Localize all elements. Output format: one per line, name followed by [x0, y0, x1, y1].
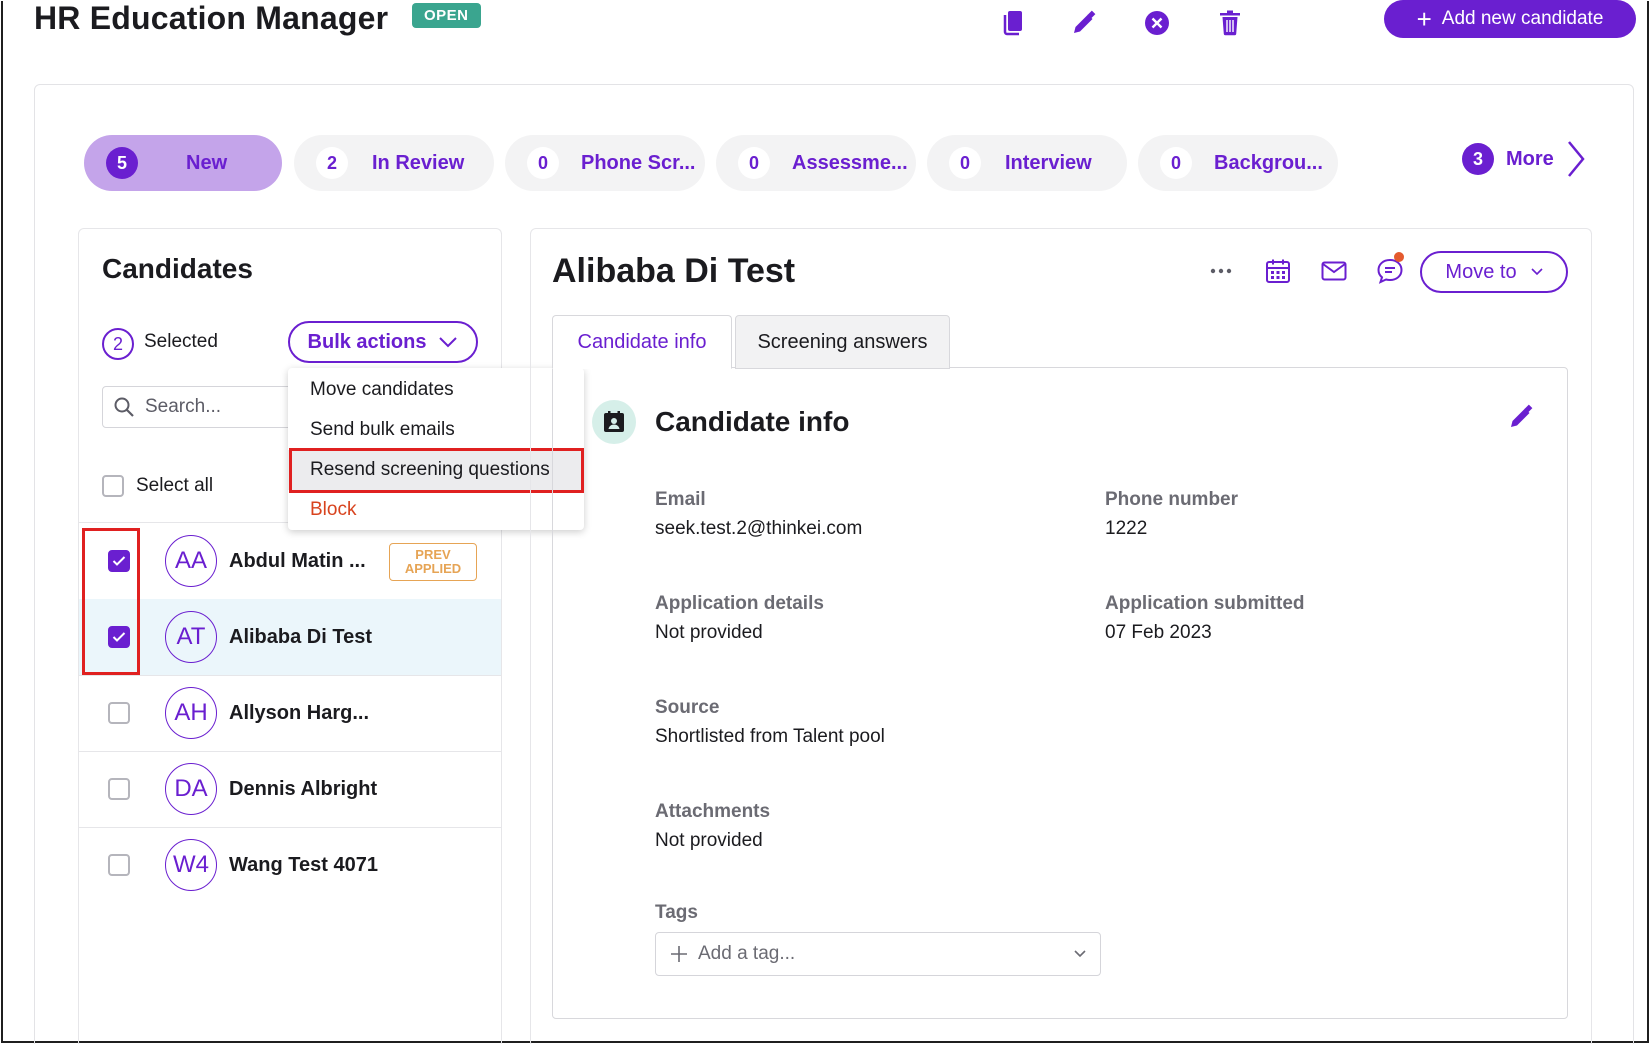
phone-label: Phone number [1105, 489, 1239, 510]
candidate-name: Allyson Harg... [229, 701, 370, 724]
badge-line: APPLIED [404, 561, 462, 576]
application-submitted-label: Application submitted [1105, 593, 1305, 614]
search-icon [114, 397, 134, 417]
chevron-right-icon [1567, 141, 1585, 177]
selected-count: 2 [102, 328, 134, 360]
select-all-checkbox[interactable] [102, 475, 124, 497]
notification-dot [1394, 252, 1404, 262]
stage-count: 5 [106, 147, 138, 179]
candidate-detail-name: Alibaba Di Test [552, 252, 796, 290]
chevron-down-icon [1074, 950, 1086, 958]
candidate-name: Dennis Albright [229, 777, 378, 800]
attachments-label: Attachments [655, 801, 771, 822]
stage-assessment[interactable]: 0 Assessme... [716, 135, 916, 191]
annotation-highlight [82, 528, 140, 675]
select-all[interactable]: Select all [102, 475, 213, 497]
add-candidate-label: Add new candidate [1441, 8, 1604, 29]
pencil-icon[interactable] [1067, 6, 1101, 40]
source-label: Source [655, 697, 720, 718]
avatar: DA [165, 763, 217, 815]
chevron-down-icon [1531, 268, 1543, 276]
stage-label: Phone Scr... [581, 151, 696, 174]
stage-label: New [186, 151, 228, 174]
row-checkbox[interactable] [108, 702, 130, 724]
stage-count: 0 [738, 147, 770, 179]
email-label: Email [655, 489, 706, 510]
calendar-icon[interactable] [1261, 254, 1295, 288]
tag-input[interactable]: Add a tag... [655, 932, 1101, 976]
application-details-value: Not provided [655, 622, 763, 643]
select-all-label: Select all [136, 475, 214, 496]
move-to-button[interactable]: Move to [1420, 251, 1568, 293]
stage-label: Assessme... [792, 151, 908, 174]
add-candidate-button[interactable]: + Add new candidate [1384, 0, 1636, 38]
close-circle-icon[interactable] [1140, 6, 1174, 40]
stage-label: In Review [372, 151, 465, 174]
contact-card-icon [592, 400, 636, 444]
more-label: More [1506, 147, 1554, 170]
more-stages-button[interactable]: 3 More [1462, 140, 1586, 178]
search-placeholder: Search... [145, 396, 222, 417]
candidate-row[interactable]: DA Dennis Albright [79, 751, 501, 827]
tab-screening-answers[interactable]: Screening answers [735, 315, 950, 369]
section-title: Candidate info [655, 406, 850, 437]
source-value: Shortlisted from Talent pool [655, 726, 885, 747]
stage-new[interactable]: 5 New [84, 135, 282, 191]
row-checkbox[interactable] [108, 854, 130, 876]
tag-placeholder: Add a tag... [698, 943, 796, 964]
attachments-value: Not provided [655, 830, 763, 851]
stage-in-review[interactable]: 2 In Review [294, 135, 494, 191]
stage-label: Interview [1005, 151, 1092, 174]
application-details-label: Application details [655, 593, 824, 614]
tab-candidate-info[interactable]: Candidate info [552, 315, 732, 369]
edit-pencil-icon[interactable] [1504, 400, 1538, 434]
search-input[interactable]: Search... [102, 386, 292, 428]
stage-background[interactable]: 0 Backgrou... [1138, 135, 1338, 191]
candidate-row[interactable]: AA Abdul Matin ... PREV APPLIED [79, 523, 501, 599]
avatar: AA [165, 535, 217, 587]
chevron-down-icon [439, 337, 458, 348]
candidate-row[interactable]: W4 Wang Test 4071 [79, 827, 501, 903]
page-title: HR Education Manager [34, 0, 389, 36]
stage-count: 0 [949, 147, 981, 179]
status-badge: OPEN [412, 3, 481, 28]
avatar: AH [165, 687, 217, 739]
row-checkbox[interactable] [108, 778, 130, 800]
avatar: AT [165, 611, 217, 663]
candidate-row[interactable]: AH Allyson Harg... [79, 675, 501, 751]
plus-icon: + [1416, 4, 1432, 34]
mail-icon[interactable] [1317, 254, 1351, 288]
candidates-title: Candidates [102, 253, 253, 284]
stage-phone-screen[interactable]: 0 Phone Scr... [505, 135, 705, 191]
application-submitted-value: 07 Feb 2023 [1105, 622, 1212, 643]
phone-value: 1222 [1105, 518, 1148, 539]
stage-interview[interactable]: 0 Interview [927, 135, 1127, 191]
more-options-icon[interactable] [1204, 254, 1238, 288]
candidate-name: Wang Test 4071 [229, 853, 378, 876]
trash-icon[interactable] [1213, 6, 1247, 40]
move-to-label: Move to [1445, 260, 1517, 283]
candidate-row[interactable]: AT Alibaba Di Test [79, 599, 501, 675]
more-count: 3 [1462, 143, 1494, 175]
badge-line: PREV [415, 547, 451, 562]
selected-label: Selected [144, 331, 218, 352]
tags-label: Tags [655, 902, 698, 923]
plus-icon [671, 946, 687, 962]
copy-icon[interactable] [996, 6, 1030, 40]
candidate-name: Alibaba Di Test [229, 625, 372, 648]
stage-label: Backgrou... [1214, 151, 1323, 174]
stage-count: 0 [1160, 147, 1192, 179]
bulk-actions-label: Bulk actions [307, 330, 427, 353]
stage-count: 2 [316, 147, 348, 179]
prev-applied-badge: PREV APPLIED [389, 543, 477, 581]
candidate-name: Abdul Matin ... [229, 549, 366, 572]
bulk-actions-button[interactable]: Bulk actions [288, 321, 478, 363]
tab-panel [552, 367, 1568, 1019]
stage-count: 0 [527, 147, 559, 179]
email-value: seek.test.2@thinkei.com [655, 518, 863, 539]
avatar: W4 [165, 839, 217, 891]
